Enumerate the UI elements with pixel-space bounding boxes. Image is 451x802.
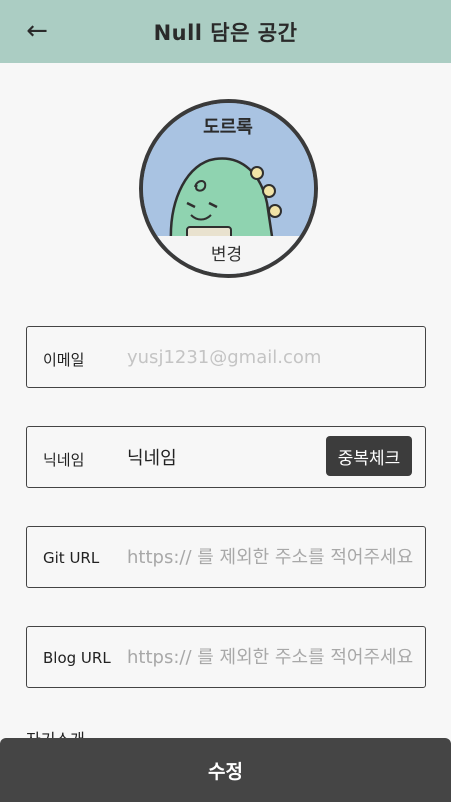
- email-input[interactable]: [127, 339, 413, 375]
- git-url-label: Git URL: [43, 549, 100, 567]
- blog-url-field: Blog URL: [26, 626, 426, 688]
- git-url-input[interactable]: [127, 539, 413, 575]
- change-photo-label: 변경: [210, 245, 243, 265]
- email-field: 이메일: [26, 326, 426, 388]
- profile-avatar[interactable]: 도르록 변경: [139, 99, 318, 278]
- email-label: 이메일: [43, 351, 85, 369]
- back-button[interactable]: ←: [22, 14, 52, 48]
- submit-button[interactable]: 수정: [0, 738, 451, 802]
- git-url-field: Git URL: [26, 526, 426, 588]
- arrow-left-icon: ←: [26, 16, 48, 46]
- nickname-field: 닉네임 중복체크: [26, 426, 426, 488]
- blog-url-label: Blog URL: [43, 649, 111, 667]
- app-header: ← Null 담은 공간: [0, 0, 451, 63]
- nickname-input[interactable]: [127, 439, 317, 475]
- blog-url-input[interactable]: [127, 639, 413, 675]
- avatar-caption: 도르록: [203, 117, 253, 138]
- nickname-label: 닉네임: [43, 451, 85, 469]
- page-title: Null 담은 공간: [153, 20, 298, 45]
- duplicate-check-button[interactable]: 중복체크: [326, 436, 412, 476]
- change-photo-button[interactable]: 변경: [143, 236, 314, 274]
